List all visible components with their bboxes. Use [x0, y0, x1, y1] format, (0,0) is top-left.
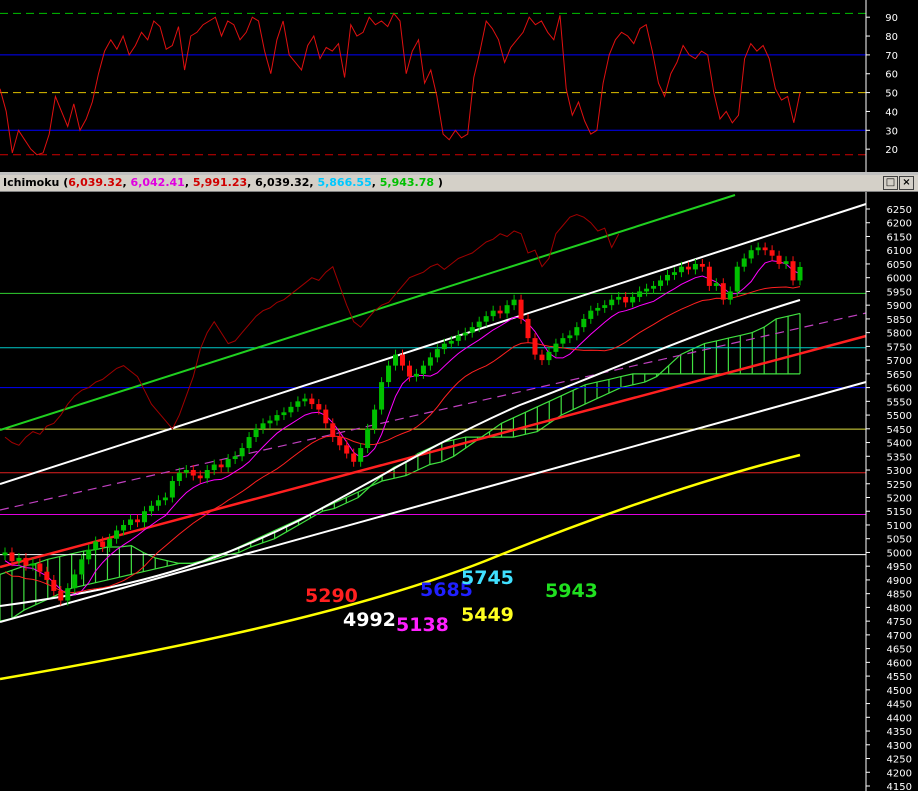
- oscillator-tick-label: 50: [885, 89, 898, 100]
- price-tick-label: 5750: [887, 342, 912, 353]
- maximize-icon[interactable]: □: [883, 176, 898, 190]
- oscillator-tick-label: 80: [885, 32, 898, 43]
- price-tick-label: 4300: [887, 741, 912, 752]
- oscillator-tick-label: 90: [885, 13, 898, 24]
- price-tick-label: 5450: [887, 425, 912, 436]
- price-tick-label: 4600: [887, 658, 912, 669]
- price-tick-label: 5800: [887, 329, 912, 340]
- price-tick-label: 4350: [887, 727, 912, 738]
- price-tick-label: 5050: [887, 535, 912, 546]
- candle: [379, 377, 385, 415]
- price-tick-label: 4800: [887, 603, 912, 614]
- price-tick-label: 5000: [887, 548, 912, 559]
- price-tick-label: 5550: [887, 397, 912, 408]
- price-tick-label: 4500: [887, 686, 912, 697]
- price-tick-label: 6100: [887, 246, 912, 257]
- price-tick-label: 6250: [887, 205, 912, 216]
- indicator-title: Ichimoku (6,039.32, 6,042.41, 5,991.23, …: [3, 176, 443, 189]
- ichimoku-chart: 4150 4200 4250 4300 4350 4400 4450 4500 4550 4600…: [0, 192, 918, 791]
- price-tick-label: 6200: [887, 219, 912, 230]
- close-icon[interactable]: ×: [899, 176, 914, 190]
- level-label-4992: 4992: [343, 609, 396, 631]
- oscillator-panel: 20 30 40 50 60 70 80 90: [0, 0, 918, 172]
- price-tick-label: 4400: [887, 713, 912, 724]
- oscillator-tick-label: 40: [885, 107, 898, 118]
- price-tick-label: 5500: [887, 411, 912, 422]
- value-close: 6,039.32: [255, 176, 310, 189]
- value-span-b: 5,943.78: [379, 176, 435, 189]
- level-label-5290: 5290: [305, 585, 358, 607]
- price-tick-label: 4450: [887, 700, 912, 711]
- price-tick-label: 4650: [887, 645, 912, 656]
- oscillator-tick-label: 70: [885, 51, 898, 62]
- title-close-paren: ): [437, 176, 443, 189]
- price-tick-label: 4200: [887, 768, 912, 779]
- price-tick-label: 4850: [887, 590, 912, 601]
- value-low: 5,991.23: [192, 176, 248, 189]
- price-tick-label: 5950: [887, 287, 912, 298]
- price-tick-label: 5250: [887, 480, 912, 491]
- price-tick-label: 6150: [887, 232, 912, 243]
- price-tick-label: 5200: [887, 494, 912, 505]
- price-tick-label: 5400: [887, 439, 912, 450]
- value-tenkan: 6,042.41: [130, 176, 185, 189]
- price-tick-label: 4750: [887, 617, 912, 628]
- ichimoku-title-bar[interactable]: Ichimoku (6,039.32, 6,042.41, 5,991.23, …: [0, 175, 918, 192]
- price-tick-label: 6000: [887, 274, 912, 285]
- price-tick-label: 4700: [887, 631, 912, 642]
- price-tick-label: 5650: [887, 370, 912, 381]
- price-tick-label: 5300: [887, 466, 912, 477]
- price-tick-label: 5100: [887, 521, 912, 532]
- level-label-5745: 5745: [461, 567, 514, 589]
- indicator-name: Ichimoku: [3, 176, 60, 189]
- value-open: 6,039.32: [68, 176, 123, 189]
- value-span-a: 5,866.55: [317, 176, 372, 189]
- price-tick-label: 4900: [887, 576, 912, 587]
- price-tick-label: 5850: [887, 315, 912, 326]
- price-tick-label: 5350: [887, 452, 912, 463]
- price-tick-label: 4150: [887, 782, 912, 791]
- price-tick-label: 6050: [887, 260, 912, 271]
- price-tick-label: 5700: [887, 356, 912, 367]
- price-tick-label: 4550: [887, 672, 912, 683]
- level-label-5138: 5138: [396, 614, 449, 636]
- candle: [734, 261, 740, 297]
- price-tick-label: 5900: [887, 301, 912, 312]
- level-label-5943: 5943: [545, 580, 598, 602]
- price-tick-label: 5600: [887, 384, 912, 395]
- oscillator-tick-label: 60: [885, 70, 898, 81]
- price-tick-label: 5150: [887, 507, 912, 518]
- oscillator-tick-label: 20: [885, 145, 898, 156]
- oscillator-tick-label: 30: [885, 126, 898, 137]
- price-tick-label: 4250: [887, 755, 912, 766]
- level-label-5449: 5449: [461, 604, 514, 626]
- price-tick-label: 4950: [887, 562, 912, 573]
